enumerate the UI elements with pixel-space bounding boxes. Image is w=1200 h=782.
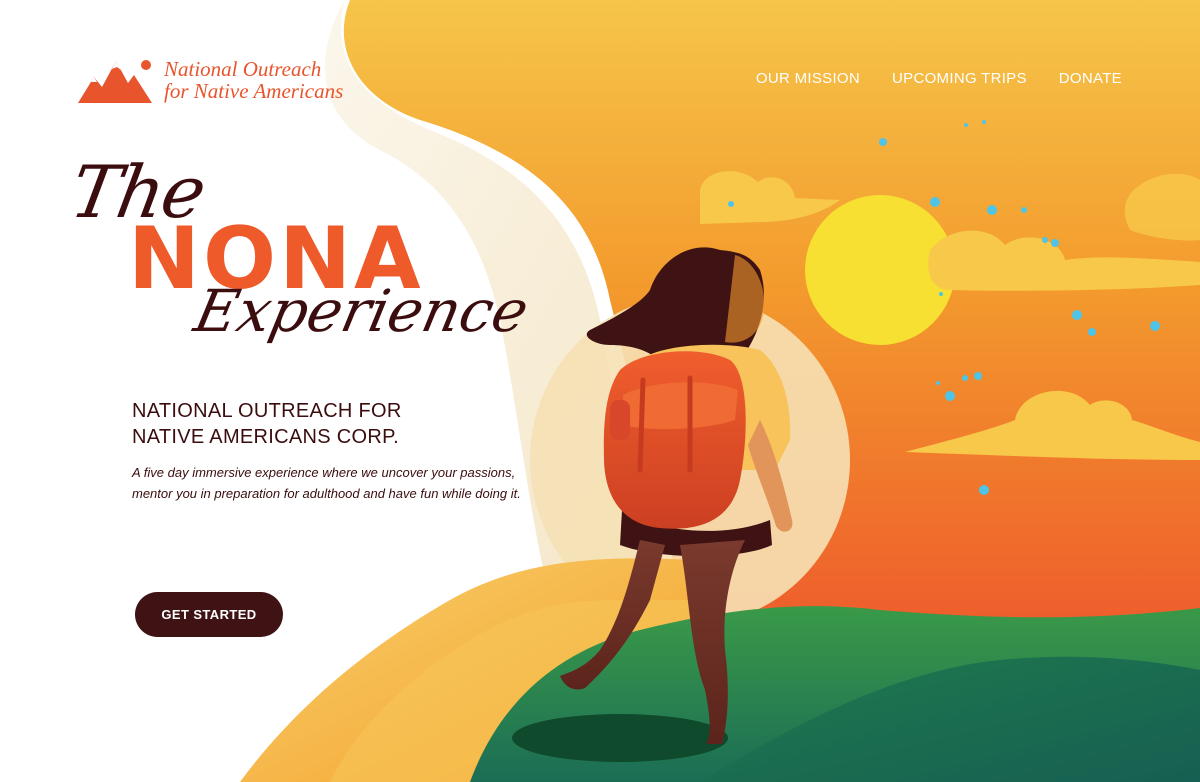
hero-subtitle: NATIONAL OUTREACH FOR NATIVE AMERICANS C… xyxy=(132,398,472,450)
brand-name-line2: for Native Americans xyxy=(164,79,344,103)
landing-page: National Outreach for Native Americans O… xyxy=(0,0,1200,782)
hero-title-experience: Experience xyxy=(188,277,535,345)
mountains-sun-icon xyxy=(78,60,152,103)
nav-link-donate[interactable]: DONATE xyxy=(1059,70,1122,87)
hero-illustration xyxy=(240,0,1200,782)
brand-name: National Outreach for Native Americans xyxy=(164,58,343,102)
brand-logo[interactable]: National Outreach for Native Americans xyxy=(76,52,366,108)
nav-link-our-mission[interactable]: OUR MISSION xyxy=(756,70,860,87)
top-nav: OUR MISSION UPCOMING TRIPS DONATE xyxy=(756,70,1122,87)
hero-subtitle-line2: NATIVE AMERICANS CORP. xyxy=(132,426,400,448)
hero-subtitle-line1: NATIONAL OUTREACH FOR xyxy=(132,400,402,422)
get-started-button[interactable]: GET STARTED xyxy=(135,592,283,637)
hiker-shadow xyxy=(512,714,728,762)
hero-description: A five day immersive experience where we… xyxy=(132,465,521,501)
brand-name-line1: National Outreach xyxy=(164,57,322,81)
nav-link-upcoming-trips[interactable]: UPCOMING TRIPS xyxy=(892,70,1027,87)
